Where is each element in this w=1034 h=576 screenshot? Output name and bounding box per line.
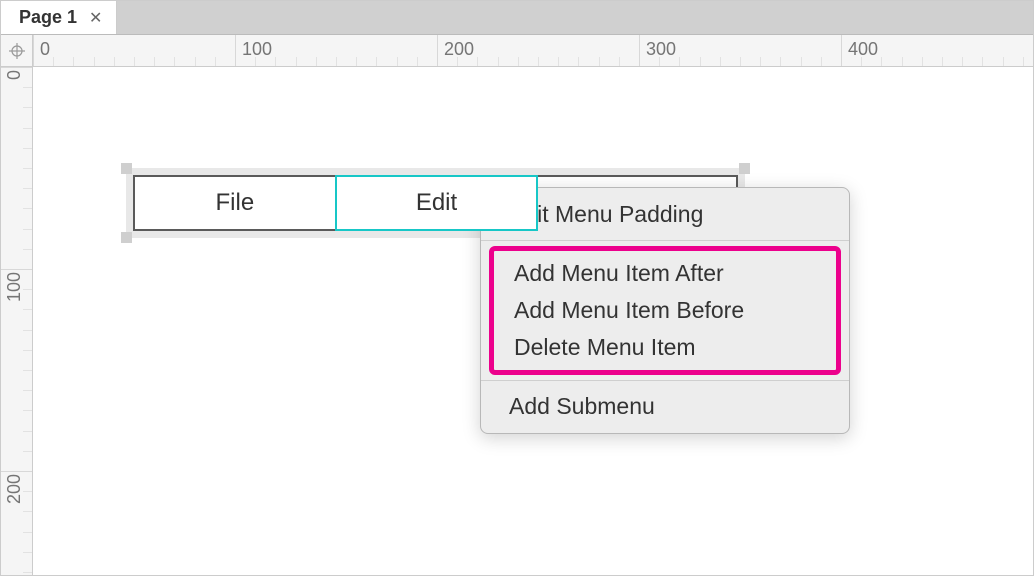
ruler-tick-minor [720,57,721,67]
resize-handle-bottom-left[interactable] [121,232,132,243]
ruler-tick-minor [23,410,33,411]
ruler-tick-minor [316,57,317,67]
ruler-tick-minor [962,57,963,67]
ruler-tick-minor [700,57,701,67]
ruler-tick-major: 100 [235,35,272,66]
ruler-tick-minor [23,451,33,452]
ruler-tick-minor [538,57,539,67]
ruler-origin[interactable] [1,35,33,67]
ruler-tick-major: 100 [1,269,32,270]
ruler-tick-minor [558,57,559,67]
ruler-tick-minor [23,532,33,533]
menubar-item[interactable]: File [135,177,337,229]
workspace: 0100200300400500 0100200 FileEdit Edit M… [1,35,1033,575]
ruler-tick-minor [23,350,33,351]
context-menu-item[interactable]: Add Menu Item Before [494,292,836,329]
ruler-tick-minor [760,57,761,67]
ruler-tick-minor [23,330,33,331]
ruler-tick-minor [498,57,499,67]
ruler-tick-minor [23,87,33,88]
horizontal-ruler[interactable]: 0100200300400500 [33,35,1033,67]
ruler-tick-minor [902,57,903,67]
resize-handle-top-left[interactable] [121,163,132,174]
ruler-tick-minor [23,370,33,371]
ruler-tick-minor [154,57,155,67]
ruler-tick-minor [982,57,983,67]
ruler-tick-minor [740,57,741,67]
crosshair-icon [9,43,25,59]
ruler-tick-minor [195,57,196,67]
ruler-tick-minor [356,57,357,67]
ruler-tick-minor [114,57,115,67]
tab-label: Page 1 [19,7,77,28]
ruler-tick-minor [457,57,458,67]
context-menu-item[interactable]: Add Menu Item After [494,255,836,292]
page-tab[interactable]: Page 1 ✕ [1,1,117,34]
ruler-tick-minor [861,57,862,67]
menubar-item[interactable]: Edit [335,175,539,231]
ruler-tick-minor [821,57,822,67]
ruler-tick-minor [23,431,33,432]
ruler-tick-minor [518,57,519,67]
ruler-tick-minor [215,57,216,67]
ruler-tick-minor [23,208,33,209]
ruler-tick-minor [275,57,276,67]
ruler-tick-minor [336,57,337,67]
ruler-tick-minor [477,57,478,67]
ruler-tick-minor [942,57,943,67]
ruler-tick-minor [659,57,660,67]
ruler-tick-minor [53,57,54,67]
ruler-tick-minor [94,57,95,67]
ruler-tick-minor [23,309,33,310]
close-icon[interactable]: ✕ [89,8,102,28]
ruler-tick-minor [397,57,398,67]
ruler-tick-major: 0 [1,67,32,68]
resize-handle-top-right[interactable] [739,163,750,174]
ruler-tick-major: 400 [841,35,878,66]
ruler-tick-minor [881,57,882,67]
ruler-tick-minor [1003,57,1004,67]
ruler-tick-minor [679,57,680,67]
ruler-tick-major: 300 [639,35,676,66]
ruler-tick-minor [23,572,33,573]
ruler-tick-minor [376,57,377,67]
ruler-tick-minor [296,57,297,67]
ruler-tick-minor [23,168,33,169]
ruler-tick-minor [780,57,781,67]
tab-bar: Page 1 ✕ [1,1,1033,35]
ruler-tick-minor [1023,57,1024,67]
ruler-tick-minor [801,57,802,67]
ruler-tick-minor [23,491,33,492]
vertical-ruler[interactable]: 0 100 200 [1,67,33,575]
ruler-tick-minor [23,552,33,553]
ruler-tick-minor [578,57,579,67]
ruler-tick-minor [23,289,33,290]
ruler-tick-minor [23,107,33,108]
ruler-tick-minor [23,249,33,250]
ruler-tick-major: 0 [33,35,50,66]
ruler-tick-major: 200 [1,471,32,472]
ruler-tick-minor [73,57,74,67]
ruler-tick-minor [23,148,33,149]
ruler-tick-minor [619,57,620,67]
menu-separator [481,240,849,241]
ruler-tick-minor [23,229,33,230]
context-menu-item[interactable]: Add Submenu [481,386,849,427]
ruler-tick-minor [599,57,600,67]
ruler-tick-minor [134,57,135,67]
context-menu-item[interactable]: Delete Menu Item [494,329,836,366]
ruler-tick-minor [23,511,33,512]
ruler-tick-minor [922,57,923,67]
design-canvas[interactable]: FileEdit Edit Menu PaddingAdd Menu Item … [33,67,1033,575]
menu-separator [481,380,849,381]
ruler-tick-major: 200 [437,35,474,66]
ruler-tick-minor [417,57,418,67]
ruler-tick-minor [174,57,175,67]
ruler-tick-minor [23,128,33,129]
ruler-tick-minor [23,390,33,391]
ruler-tick-minor [255,57,256,67]
highlight-box: Add Menu Item AfterAdd Menu Item BeforeD… [489,246,841,375]
ruler-tick-minor [23,188,33,189]
